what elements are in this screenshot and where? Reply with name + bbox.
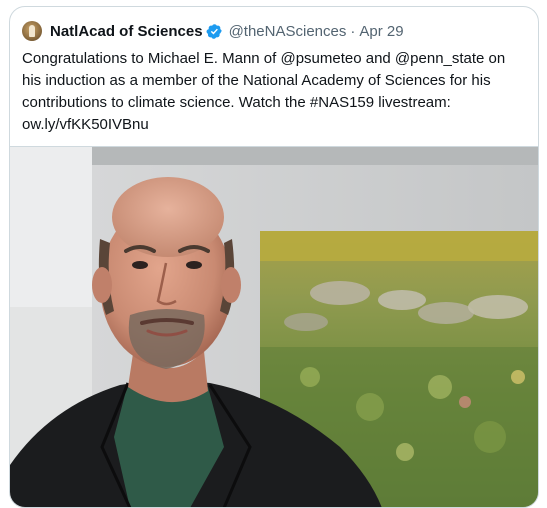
display-name[interactable]: NatlAcad of Sciences xyxy=(50,23,203,40)
tweet-card[interactable]: NatlAcad of Sciences @theNASciences · Ap… xyxy=(9,6,539,508)
account-handle[interactable]: @theNASciences xyxy=(229,23,347,40)
tweet-photo[interactable] xyxy=(10,146,538,507)
verified-badge-icon xyxy=(206,23,222,39)
portrait-photo xyxy=(10,147,538,507)
tweet-date[interactable]: Apr 29 xyxy=(359,23,403,40)
account-avatar[interactable] xyxy=(22,21,42,41)
tweet-text: Congratulations to Michael E. Mann of @p… xyxy=(22,50,506,133)
separator-dot: · xyxy=(350,22,356,40)
tweet-header: NatlAcad of Sciences @theNASciences · Ap… xyxy=(22,20,404,42)
